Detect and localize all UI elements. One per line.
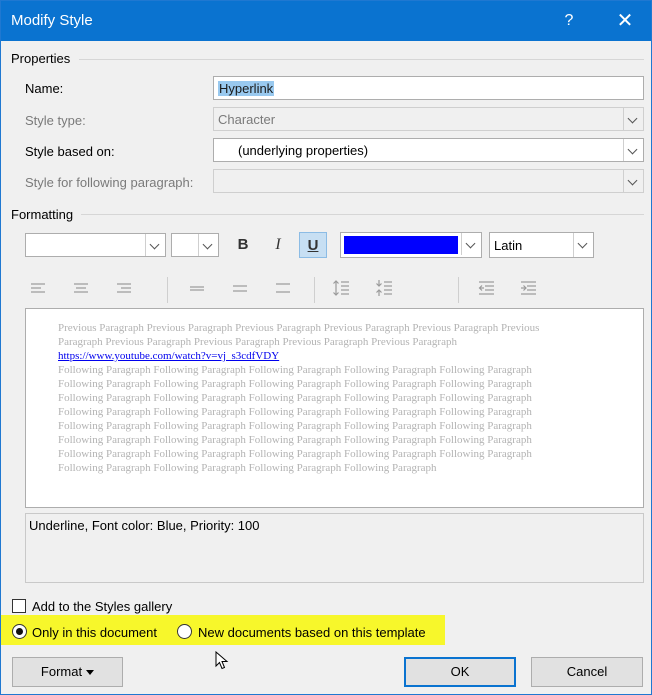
preview-following-line: Following Paragraph Following Paragraph … [58,448,532,460]
one-half-spacing-icon[interactable] [231,279,249,297]
title-bar[interactable]: Modify Style ? ✕ [1,1,651,41]
underline-button[interactable]: U [299,232,327,258]
decrease-indent-icon[interactable] [477,279,495,297]
script-value: Latin [494,238,523,253]
decrease-spacing-icon[interactable] [375,279,393,297]
only-this-document-label[interactable]: Only in this document [32,625,157,640]
script-select[interactable]: Latin [489,232,594,258]
cancel-button[interactable]: Cancel [531,657,643,687]
style-based-on-value: (underlying properties) [238,143,369,158]
preview-following-line: Following Paragraph Following Paragraph … [58,462,437,474]
mouse-cursor-icon [215,651,229,670]
new-documents-label[interactable]: New documents based on this template [198,625,426,640]
style-description-text: Underline, Font color: Blue, Priority: 1… [29,518,260,533]
properties-section-label: Properties [11,51,71,66]
increase-indent-icon[interactable] [519,279,537,297]
caret-down-icon [86,670,95,676]
chevron-down-icon[interactable] [573,233,593,257]
formatting-divider [81,214,644,215]
chevron-down-icon[interactable] [623,139,643,161]
bold-button[interactable]: B [229,232,257,258]
increase-spacing-icon[interactable] [332,279,350,297]
modify-style-dialog: Modify Style ? ✕ Properties Name: Hyperl… [0,0,652,695]
toolbar-divider [458,277,459,303]
chevron-down-icon[interactable] [145,234,165,256]
align-left-icon[interactable] [29,279,47,297]
add-to-gallery-checkbox[interactable] [12,599,26,613]
font-name-select[interactable] [25,233,166,257]
double-spacing-icon[interactable] [274,279,292,297]
italic-button[interactable]: I [264,232,292,258]
chevron-down-icon[interactable] [198,234,218,256]
font-color-select[interactable] [340,232,482,258]
close-icon[interactable]: ✕ [613,9,637,33]
properties-divider [79,59,644,60]
style-based-on-label: Style based on: [25,144,115,159]
style-based-on-select[interactable]: (underlying properties) [213,138,644,162]
style-type-select[interactable]: Character [213,107,644,131]
following-paragraph-select[interactable] [213,169,644,193]
name-label: Name: [25,81,64,96]
name-value: Hyperlink [218,81,275,96]
chevron-down-icon[interactable] [623,170,643,192]
font-size-select[interactable] [171,233,219,257]
formatting-section-label: Formatting [11,207,74,222]
only-this-document-radio[interactable] [12,624,27,639]
following-paragraph-label: Style for following paragraph: [25,175,194,190]
toolbar-divider [167,277,168,303]
ok-button[interactable]: OK [404,657,516,687]
align-center-icon[interactable] [72,279,90,297]
window-title: Modify Style [11,12,93,29]
preview-following-line: Following Paragraph Following Paragraph … [58,434,532,446]
style-type-value: Character [218,112,276,127]
format-button[interactable]: Format [12,657,123,687]
font-color-swatch [344,236,458,254]
align-right-icon[interactable] [115,279,133,297]
style-type-label: Style type: [25,113,86,128]
single-spacing-icon[interactable] [188,279,206,297]
new-documents-radio[interactable] [177,624,192,639]
preview-previous-paragraph: Previous Paragraph Previous Paragraph Pr… [58,322,540,348]
preview-following-line: Following Paragraph Following Paragraph … [58,420,532,432]
preview-hyperlink: https://www.youtube.com/watch?v=vj_s3cdf… [58,350,280,362]
add-to-gallery-label[interactable]: Add to the Styles gallery [32,599,172,614]
name-input[interactable]: Hyperlink [213,76,644,100]
toolbar-divider [314,277,315,303]
preview-following-line: Following Paragraph Following Paragraph … [58,364,532,376]
chevron-down-icon[interactable] [461,233,481,255]
preview-following-line: Following Paragraph Following Paragraph … [58,378,532,390]
help-icon[interactable]: ? [557,9,581,33]
preview-following-line: Following Paragraph Following Paragraph … [58,392,532,404]
preview-text: Previous Paragraph Previous Paragraph Pr… [58,321,578,475]
chevron-down-icon[interactable] [623,108,643,130]
style-preview-pane: Previous Paragraph Previous Paragraph Pr… [25,308,644,508]
preview-following-line: Following Paragraph Following Paragraph … [58,406,532,418]
style-description: Underline, Font color: Blue, Priority: 1… [25,513,644,583]
format-button-label: Format [40,664,83,679]
